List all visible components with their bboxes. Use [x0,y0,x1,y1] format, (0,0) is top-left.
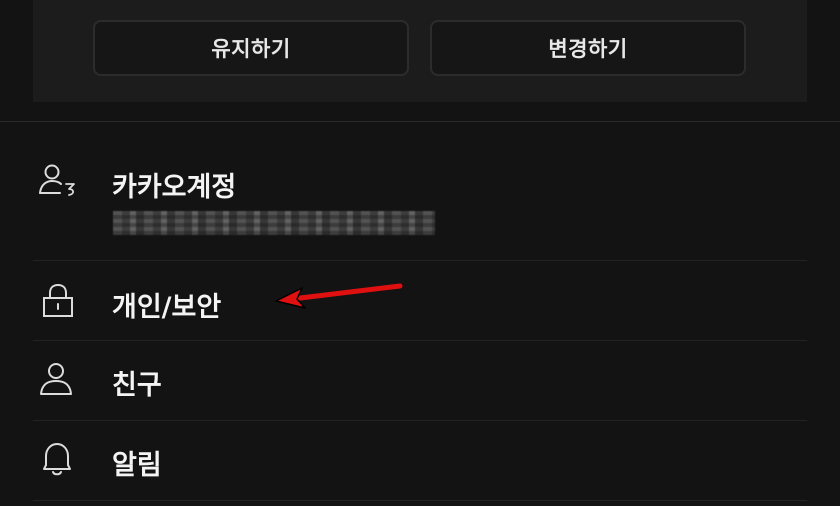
settings-screen: 유지하기 변경하기 카카오계정 개인/보안 친구 알림 [0,0,840,506]
menu-item-kakao-account[interactable]: 카카오계정 [0,150,840,260]
menu-item-privacy-security[interactable]: 개인/보안 [0,261,840,340]
menu-label: 개인/보안 [112,292,222,323]
top-card: 유지하기 변경하기 [33,0,807,102]
account-icon [39,164,75,196]
row-divider [33,500,807,501]
menu-item-notifications[interactable]: 알림 [0,421,840,500]
bell-icon [43,443,71,476]
section-divider [0,121,840,122]
menu-label: 친구 [112,370,162,401]
keep-button[interactable]: 유지하기 [93,20,409,76]
menu-label: 알림 [112,450,162,481]
menu-label: 카카오계정 [112,172,237,203]
red-arrow-annotation [275,283,403,309]
menu-item-friends[interactable]: 친구 [0,341,840,420]
lock-icon [43,283,73,317]
change-button[interactable]: 변경하기 [430,20,746,76]
person-icon [40,363,72,395]
masked-email [113,211,435,235]
